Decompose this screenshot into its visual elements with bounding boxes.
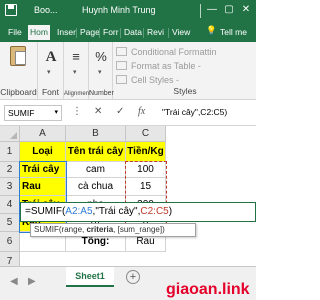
watermark-text: giaoan.link <box>166 281 250 298</box>
conditional-formatting-button[interactable]: Conditional Formattin <box>116 45 217 59</box>
table-icon <box>116 61 127 70</box>
header-cell-fruit-name[interactable]: Tên trái cây <box>66 142 126 162</box>
format-as-table-button[interactable]: Format as Table - <box>116 59 201 73</box>
lightbulb-icon: 💡 <box>206 25 217 35</box>
cancel-icon[interactable]: ✕ <box>94 106 102 117</box>
save-icon[interactable] <box>5 4 17 16</box>
formula-input[interactable]: "Trái cây",C2:C5) <box>162 107 227 117</box>
number-dropdown-icon[interactable]: ▾ <box>98 68 102 76</box>
dots-icon: ⋮ <box>72 106 82 117</box>
cell-styles-icon <box>116 75 127 84</box>
column-header-b[interactable]: B <box>66 126 126 142</box>
tab-view[interactable]: View <box>170 25 192 42</box>
number-group: % ▾ Number <box>89 42 114 100</box>
font-group: A ▾ Font <box>38 42 64 100</box>
add-sheet-icon[interactable]: + <box>126 270 140 284</box>
table-cell[interactable]: Rau <box>20 178 66 196</box>
prev-sheet-icon[interactable]: ◀ <box>10 276 18 287</box>
sheet-tab-sheet1[interactable]: Sheet1 <box>66 267 114 287</box>
styles-label: Styles <box>173 86 197 96</box>
row-header-1[interactable]: 1 <box>0 142 20 162</box>
paste-icon[interactable] <box>10 46 26 66</box>
row-header-5[interactable]: 5 <box>0 214 20 232</box>
row-header-3[interactable]: 3 <box>0 178 20 196</box>
maximize-button[interactable]: ▢ <box>222 3 236 17</box>
ribbon-tabs: File Hom Inser Page Forr Data Revi View … <box>0 22 256 42</box>
header-cell-price[interactable]: Tiền/Kg <box>126 142 166 162</box>
enter-icon[interactable]: ✓ <box>116 106 124 117</box>
table-cell[interactable]: cà chua <box>66 178 126 196</box>
table-cell[interactable]: cam <box>66 162 126 178</box>
align-icon[interactable]: ≡ <box>66 47 86 67</box>
name-box-dropdown-icon[interactable]: ▾ <box>54 106 58 120</box>
alignment-group: ≡ ▾ Alignment <box>64 42 91 100</box>
minimize-button[interactable]: — <box>205 3 219 17</box>
spreadsheet-grid[interactable]: A B C 1 2 3 4 5 6 7 Loại Tên trái cây Ti… <box>0 126 256 272</box>
next-sheet-icon[interactable]: ▶ <box>28 276 36 287</box>
criteria-argument: "Trái cây" <box>95 206 138 217</box>
clipboard-label: Clipboard <box>0 87 37 97</box>
clipboard-group: Clipboard <box>0 42 38 100</box>
header-cell-type[interactable]: Loại <box>20 142 66 162</box>
function-tooltip: SUMIF(range, criteria, [sum_range]) <box>30 223 196 237</box>
alignment-label: Alignment <box>64 91 91 97</box>
conditional-formatting-icon <box>116 47 127 56</box>
number-label: Number <box>89 90 114 97</box>
name-box[interactable]: SUMIF ▾ <box>4 105 62 121</box>
fx-icon[interactable]: fx <box>138 106 145 117</box>
cell-styles-button[interactable]: Cell Styles - <box>116 73 179 87</box>
font-label: Font <box>41 87 59 97</box>
close-button[interactable]: ✕ <box>239 3 253 17</box>
alignment-dropdown-icon[interactable]: ▾ <box>73 68 77 76</box>
file-name: Boo... <box>34 5 58 15</box>
row-header-6[interactable]: 6 <box>0 232 20 252</box>
tab-home[interactable]: Hom <box>28 25 50 42</box>
user-name: Huynh Minh Trung <box>82 5 156 15</box>
table-cell[interactable]: 15 <box>126 178 166 196</box>
range-argument: A2:A5 <box>65 206 93 217</box>
table-cell[interactable]: Trái cây <box>20 162 66 178</box>
row-header-2[interactable]: 2 <box>0 162 20 178</box>
tab-formulas[interactable]: Forr <box>101 25 121 42</box>
font-dropdown-icon[interactable]: ▾ <box>47 68 51 76</box>
table-cell[interactable]: 100 <box>126 162 166 178</box>
column-header-a[interactable]: A <box>20 126 66 142</box>
row-header-4[interactable]: 4 <box>0 196 20 214</box>
select-all-corner[interactable] <box>0 126 20 142</box>
tell-me-box[interactable]: Tell me <box>218 25 249 42</box>
tab-data[interactable]: Data <box>122 25 144 42</box>
tab-insert[interactable]: Inser <box>55 25 78 42</box>
percent-icon[interactable]: % <box>91 47 111 67</box>
title-bar: Boo... Huynh Minh Trung — ▢ ✕ <box>0 0 256 22</box>
column-header-c[interactable]: C <box>126 126 166 142</box>
ribbon: Clipboard A ▾ Font ≡ ▾ Alignment % ▾ Num… <box>0 42 256 100</box>
sum-range-argument: C2:C5 <box>140 206 169 217</box>
formula-edit-cell[interactable]: =SUMIF(A2:A5,"Trái cây",C2:C5) <box>20 202 256 222</box>
font-icon[interactable]: A <box>41 47 61 67</box>
tab-review[interactable]: Revi <box>145 25 166 42</box>
formula-bar: SUMIF ▾ ⋮ ✕ ✓ fx "Trái cây",C2:C5) <box>0 100 256 126</box>
tab-file[interactable]: File <box>6 25 24 42</box>
